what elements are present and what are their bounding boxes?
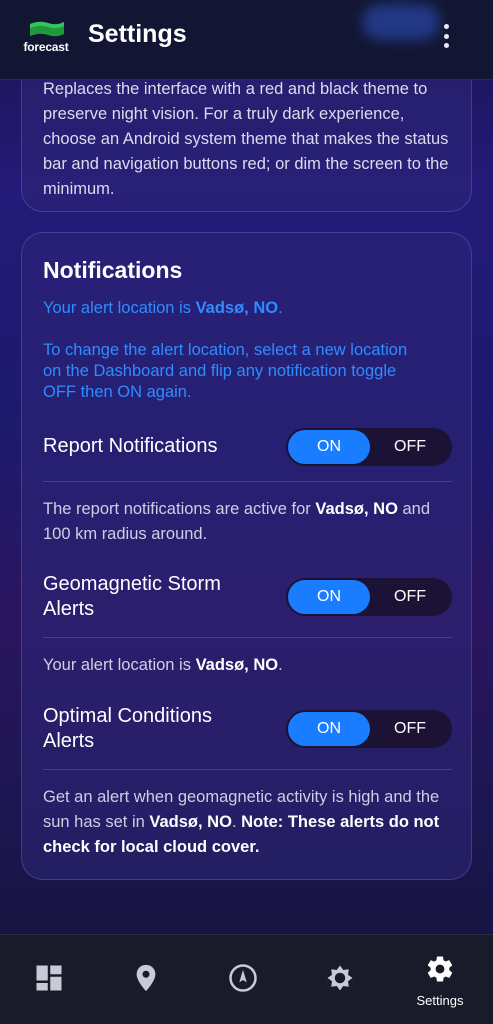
bottom-navigation: Settings [0,934,493,1024]
nav-item-settings[interactable]: Settings [391,935,489,1024]
geomagnetic-storm-alerts-label: Geomagnetic Storm Alerts [43,573,221,620]
report-notifications-label: Report Notifications [43,435,218,457]
toggle-off-option[interactable]: OFF [370,580,450,614]
app-bar-glow [362,4,440,40]
notifications-title: Notifications [43,257,183,283]
toggle-on-option[interactable]: ON [288,430,370,464]
report-notifications-description: The report notifications are active for … [43,500,431,543]
dashboard-icon [36,965,62,991]
notifications-card: Notifications Your alert location is Vad… [21,232,472,880]
geomagnetic-storm-alerts-toggle[interactable]: ON OFF [286,578,452,616]
toggle-on-option[interactable]: ON [288,712,370,746]
optimal-conditions-alerts-description: Get an alert when geomagnetic activity i… [43,788,440,856]
app-logo: forecast [22,16,70,56]
optimal-conditions-alerts-toggle[interactable]: ON OFF [286,710,452,748]
optimal-conditions-alerts-label: Optimal Conditions Alerts [43,705,212,752]
geomagnetic-storm-alerts-description: Your alert location is Vadsø, NO. [43,656,283,674]
logo-flag-icon [30,21,64,37]
nav-item-sun[interactable] [291,935,389,1024]
compass-icon [229,964,257,992]
nav-item-compass[interactable] [194,935,292,1024]
divider [43,637,452,638]
divider [43,769,452,770]
more-vert-icon[interactable] [436,22,456,50]
change-location-instructions: To change the alert location, select a n… [43,341,408,401]
report-notifications-toggle[interactable]: ON OFF [286,428,452,466]
gear-icon [427,956,453,982]
logo-text: forecast [23,40,69,54]
sun-icon [327,965,353,991]
nav-item-dashboard[interactable] [0,935,98,1024]
toggle-off-option[interactable]: OFF [370,430,450,464]
divider [43,481,452,482]
night-mode-description: Replaces the interface with a red and bl… [43,80,449,198]
location-pin-icon [136,964,156,992]
page-title: Settings [88,20,187,48]
nav-label-settings: Settings [416,993,464,1008]
nav-item-location[interactable] [97,935,195,1024]
toggle-off-option[interactable]: OFF [370,712,450,746]
alert-location-text: Your alert location is Vadsø, NO. [43,299,283,317]
toggle-on-option[interactable]: ON [288,580,370,614]
alert-location-value: Vadsø, NO [195,299,279,317]
app-bar: forecast Settings [0,0,493,80]
